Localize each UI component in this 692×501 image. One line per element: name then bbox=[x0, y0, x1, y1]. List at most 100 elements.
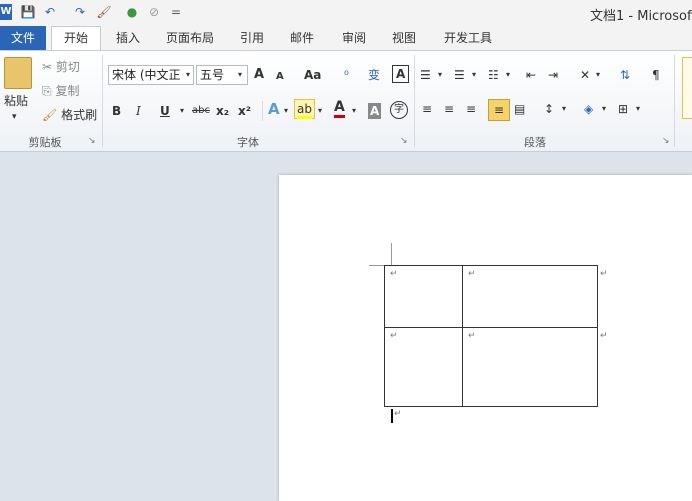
pinyin-guide-icon[interactable]: ⁰ bbox=[344, 65, 349, 85]
distributed-icon[interactable]: ▤ bbox=[514, 99, 525, 119]
group-divider bbox=[674, 55, 675, 147]
borders-icon[interactable]: ⊞ bbox=[618, 99, 628, 119]
tab-insert[interactable]: 插入 bbox=[108, 26, 148, 50]
sort-icon[interactable]: ⇅ bbox=[620, 65, 630, 85]
title-bar: W 💾 ↶ ↷ 🖌 ● ⊘ = 文档1 - Microsoft bbox=[0, 0, 692, 26]
cut-button[interactable]: ✂ 剪切 bbox=[42, 57, 80, 77]
table[interactable]: ↵ ↵ ↵ ↵ ↵ ↵ bbox=[384, 265, 608, 407]
text-effect-dropdown-icon[interactable]: ▾ bbox=[284, 101, 288, 121]
font-size-value: 五号 bbox=[200, 68, 225, 82]
highlight-label: ab bbox=[297, 102, 312, 119]
align-left-icon[interactable]: ≡ bbox=[422, 99, 432, 119]
paragraph-launcher-icon[interactable]: ↘ bbox=[662, 131, 670, 151]
cell-end-mark: ↵ bbox=[468, 269, 476, 279]
subscript-button[interactable]: x₂ bbox=[216, 101, 229, 121]
font-group-label: 字体 bbox=[237, 136, 259, 149]
superscript-button[interactable]: x² bbox=[238, 101, 251, 121]
tab-references[interactable]: 引用 bbox=[232, 26, 272, 50]
tab-review[interactable]: 审阅 bbox=[334, 26, 374, 50]
tab-mailings[interactable]: 邮件 bbox=[282, 26, 322, 50]
numbering-icon[interactable]: ☰ bbox=[454, 65, 465, 85]
chinese-layout-icon[interactable]: ✕ bbox=[580, 65, 590, 85]
scissors-icon: ✂ bbox=[42, 60, 53, 74]
align-right-icon[interactable]: ≡ bbox=[466, 99, 476, 119]
table-cell[interactable] bbox=[462, 327, 598, 407]
shrink-font-button[interactable]: A bbox=[276, 67, 284, 87]
bullets-icon[interactable]: ☰ bbox=[420, 65, 431, 85]
line-spacing-dropdown-icon[interactable]: ▾ bbox=[562, 99, 566, 119]
clipboard-group-label: 剪贴板 bbox=[28, 136, 62, 149]
row-end-mark: ↵ bbox=[600, 331, 608, 341]
watermark-text: 搜狗指南 bbox=[553, 426, 662, 456]
multilevel-list-icon[interactable]: ☷ bbox=[488, 65, 499, 85]
font-size-dropdown-icon[interactable]: ▾ bbox=[238, 65, 242, 85]
strikethrough-button[interactable]: abc bbox=[192, 101, 210, 121]
enclose-char-icon[interactable]: 变 bbox=[368, 65, 380, 85]
copy-button[interactable]: ⎘ 复制 bbox=[42, 81, 79, 101]
cell-end-mark: ↵ bbox=[390, 269, 398, 279]
font-color-button[interactable]: A bbox=[334, 99, 345, 118]
font-name-combo[interactable]: 宋体 (中文正 bbox=[108, 65, 194, 85]
paste-dropdown-icon[interactable]: ▾ bbox=[12, 107, 17, 127]
bullets-dropdown-icon[interactable]: ▾ bbox=[438, 65, 442, 85]
justify-icon[interactable]: ≡ bbox=[488, 99, 510, 121]
undo-icon[interactable]: ↶ bbox=[42, 4, 58, 20]
group-divider bbox=[102, 55, 103, 147]
row-end-mark: ↵ bbox=[600, 269, 608, 279]
crop-mark bbox=[391, 243, 392, 265]
text-effect-button[interactable]: A bbox=[268, 99, 280, 119]
shading-dropdown-icon[interactable]: ▾ bbox=[602, 99, 606, 119]
underline-dropdown-icon[interactable]: ▾ bbox=[180, 101, 184, 121]
shading-icon[interactable]: ◈ bbox=[584, 99, 593, 119]
char-border-icon[interactable]: A bbox=[392, 65, 410, 83]
borders-dropdown-icon[interactable]: ▾ bbox=[636, 99, 640, 119]
redo-icon[interactable]: ↷ bbox=[72, 4, 88, 20]
customize-toolbar-icon[interactable]: = bbox=[170, 4, 182, 20]
highlight-dropdown-icon[interactable]: ▾ bbox=[318, 101, 322, 121]
ribbon-tabs: 文件 开始 插入 页面布局 引用 邮件 审阅 视图 开发工具 bbox=[0, 26, 692, 51]
save-icon[interactable]: 💾 bbox=[20, 4, 36, 20]
multilevel-dropdown-icon[interactable]: ▾ bbox=[506, 65, 510, 85]
enclose-characters-button[interactable]: 字 bbox=[390, 101, 408, 119]
styles-gallery[interactable] bbox=[682, 57, 692, 119]
text-cursor bbox=[391, 409, 393, 423]
copy-label: 复制 bbox=[55, 84, 80, 98]
clear-format-icon[interactable]: ⊘ bbox=[146, 4, 162, 20]
chinese-layout-dropdown-icon[interactable]: ▾ bbox=[596, 65, 600, 85]
italic-button[interactable]: I bbox=[136, 101, 141, 121]
tab-file[interactable]: 文件 bbox=[0, 26, 46, 50]
paintbrush-icon[interactable]: 🖌 bbox=[96, 4, 112, 20]
tab-home[interactable]: 开始 bbox=[51, 26, 101, 51]
clipboard-launcher-icon[interactable]: ↘ bbox=[88, 131, 96, 151]
color-wheel-icon[interactable]: ● bbox=[124, 4, 140, 20]
tab-view[interactable]: 视图 bbox=[384, 26, 424, 50]
show-marks-icon[interactable]: ¶ bbox=[652, 65, 660, 85]
paragraph-mark: ↵ bbox=[394, 409, 402, 419]
numbering-dropdown-icon[interactable]: ▾ bbox=[472, 65, 476, 85]
bold-button[interactable]: B bbox=[112, 101, 121, 121]
group-divider bbox=[414, 55, 415, 147]
highlight-button[interactable]: ab bbox=[294, 99, 315, 119]
paragraph-group-label: 段落 bbox=[524, 136, 546, 149]
word-logo-icon: W bbox=[0, 4, 12, 20]
align-center-icon[interactable]: ≡ bbox=[444, 99, 454, 119]
font-divider bbox=[262, 101, 263, 121]
char-shading-button[interactable]: A bbox=[368, 103, 382, 119]
tab-developer[interactable]: 开发工具 bbox=[436, 26, 500, 50]
change-case-button[interactable]: Aa bbox=[304, 65, 321, 85]
paste-icon[interactable] bbox=[4, 57, 32, 89]
font-name-dropdown-icon[interactable]: ▾ bbox=[186, 65, 190, 85]
format-painter-button[interactable]: 🖌 格式刷 bbox=[42, 105, 97, 125]
format-painter-label: 格式刷 bbox=[61, 108, 98, 122]
window-title: 文档1 - Microsoft bbox=[590, 9, 692, 24]
grow-font-button[interactable]: A bbox=[254, 65, 264, 85]
font-launcher-icon[interactable]: ↘ bbox=[400, 131, 408, 151]
font-color-dropdown-icon[interactable]: ▾ bbox=[352, 101, 356, 121]
line-spacing-icon[interactable]: ↕ bbox=[544, 99, 554, 119]
table-cell[interactable] bbox=[462, 265, 598, 328]
underline-button[interactable]: U bbox=[160, 101, 170, 121]
copy-icon: ⎘ bbox=[42, 84, 52, 98]
increase-indent-icon[interactable]: ⇥ bbox=[548, 65, 558, 85]
decrease-indent-icon[interactable]: ⇤ bbox=[526, 65, 536, 85]
tab-page-layout[interactable]: 页面布局 bbox=[160, 26, 220, 50]
